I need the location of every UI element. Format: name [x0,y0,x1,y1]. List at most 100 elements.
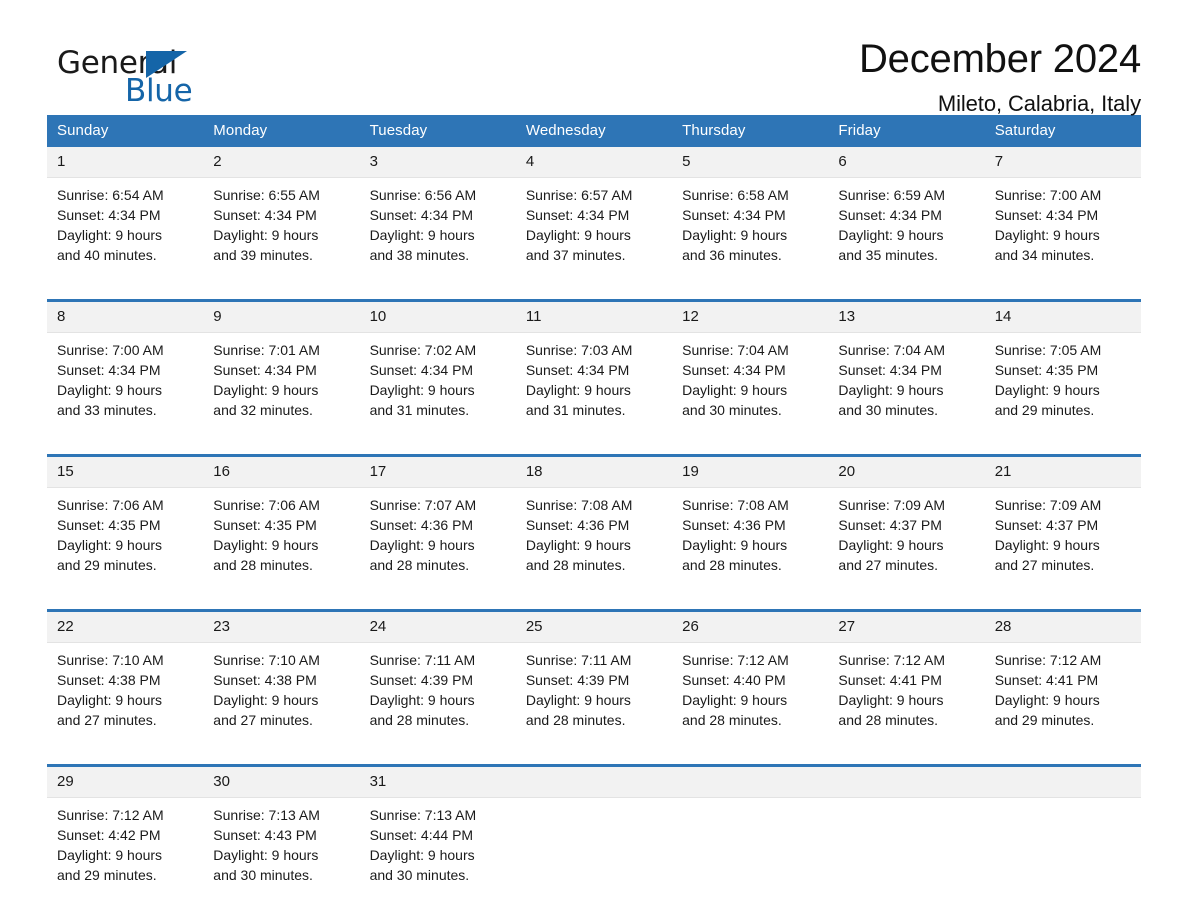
calendar-day-cell[interactable]: 6 Sunrise: 6:59 AM Sunset: 4:34 PM Daylight… [828,147,985,285]
day-number: 13 [828,302,985,333]
day-detail: Sunrise: 7:09 AM Sunset: 4:37 PM Daylight:… [985,488,1141,595]
calendar-day-cell[interactable]: 27 Sunrise: 7:12 AM Sunset: 4:41 PM Dayligh… [828,609,985,750]
day-detail: Sunrise: 7:10 AM Sunset: 4:38 PM Daylight:… [47,643,203,750]
daylight-text-line1: Daylight: 9 hours [369,227,475,243]
sunset-text: Sunset: 4:42 PM [57,827,161,843]
daylight-text-line2: and 35 minutes. [838,247,939,263]
daylight-text-line2: and 33 minutes. [57,402,157,418]
calendar-week-row: 22 Sunrise: 7:10 AM Sunset: 4:38 PM Dayligh… [47,609,1141,750]
sunset-text: Sunset: 4:34 PM [525,362,630,378]
daylight-text-line1: Daylight: 9 hours [682,227,788,243]
day-detail: Sunrise: 7:08 AM Sunset: 4:36 PM Daylight:… [672,488,828,595]
calendar-day-cell[interactable]: 14 Sunrise: 7:05 AM Sunset: 4:35 PM Dayligh… [984,299,1141,440]
calendar-day-cell[interactable]: 11 Sunrise: 7:03 AM Sunset: 4:34 PM Dayligh… [515,299,673,440]
daylight-text-line1: Daylight: 9 hours [213,382,319,398]
calendar-day-cell[interactable]: 23 Sunrise: 7:10 AM Sunset: 4:38 PM Dayligh… [203,609,360,750]
daylight-text-line2: and 28 minutes. [682,557,782,573]
daylight-text-line1: Daylight: 9 hours [525,692,631,708]
calendar-day-cell-empty [828,764,985,905]
daylight-text-line2: and 29 minutes. [994,712,1095,728]
sunset-text: Sunset: 4:35 PM [57,517,161,533]
calendar-day-cell[interactable]: 4 Sunrise: 6:57 AM Sunset: 4:34 PM Daylight… [515,147,673,285]
calendar-day-cell[interactable]: 17 Sunrise: 7:07 AM Sunset: 4:36 PM Dayligh… [359,454,516,595]
day-detail: Sunrise: 7:12 AM Sunset: 4:40 PM Daylight:… [672,643,828,750]
daylight-text-line2: and 30 minutes. [838,402,939,418]
calendar-header-row: Sunday Monday Tuesday Wednesday Thursday… [47,115,1141,147]
daylight-text-line2: and 28 minutes. [213,557,313,573]
day-detail: Sunrise: 7:01 AM Sunset: 4:34 PM Daylight:… [203,333,359,440]
day-detail: Sunrise: 7:04 AM Sunset: 4:34 PM Daylight:… [672,333,828,440]
calendar-day-cell[interactable]: 16 Sunrise: 7:06 AM Sunset: 4:35 PM Dayligh… [203,454,360,595]
day-number: 15 [47,457,204,488]
sunset-text: Sunset: 4:34 PM [682,207,786,223]
sunrise-text: Sunrise: 6:59 AM [838,187,946,203]
sunrise-text: Sunrise: 7:12 AM [994,652,1102,668]
sunset-text: Sunset: 4:44 PM [369,827,474,843]
calendar-day-cell[interactable]: 5 Sunrise: 6:58 AM Sunset: 4:34 PM Daylight… [672,147,829,285]
daylight-text-line1: Daylight: 9 hours [838,227,944,243]
calendar-day-cell[interactable]: 19 Sunrise: 7:08 AM Sunset: 4:36 PM Dayligh… [672,454,829,595]
day-number: 30 [203,767,360,798]
sunrise-text: Sunrise: 7:12 AM [57,807,164,823]
daylight-text-line1: Daylight: 9 hours [682,692,788,708]
day-detail: Sunrise: 7:07 AM Sunset: 4:36 PM Daylight:… [360,488,516,595]
calendar-day-cell[interactable]: 12 Sunrise: 7:04 AM Sunset: 4:34 PM Dayligh… [672,299,829,440]
daylight-text-line1: Daylight: 9 hours [369,692,475,708]
sunrise-text: Sunrise: 7:00 AM [57,342,164,358]
calendar-day-cell[interactable]: 8 Sunrise: 7:00 AM Sunset: 4:34 PM Daylight… [47,299,204,440]
day-detail: Sunrise: 7:13 AM Sunset: 4:43 PM Daylight:… [203,798,359,905]
calendar-day-cell[interactable]: 15 Sunrise: 7:06 AM Sunset: 4:35 PM Dayligh… [47,454,204,595]
sunset-text: Sunset: 4:34 PM [57,207,161,223]
sunrise-text: Sunrise: 7:09 AM [838,497,946,513]
daylight-text-line2: and 28 minutes. [682,712,782,728]
sunset-text: Sunset: 4:41 PM [838,672,942,688]
calendar-day-cell[interactable]: 26 Sunrise: 7:12 AM Sunset: 4:40 PM Dayligh… [672,609,829,750]
calendar-day-cell[interactable]: 3 Sunrise: 6:56 AM Sunset: 4:34 PM Daylight… [359,147,516,285]
calendar-day-cell[interactable]: 25 Sunrise: 7:11 AM Sunset: 4:39 PM Dayligh… [515,609,673,750]
calendar-day-cell[interactable]: 7 Sunrise: 7:00 AM Sunset: 4:34 PM Daylight… [984,147,1141,285]
sunset-text: Sunset: 4:34 PM [994,207,1099,223]
week-gap [47,440,1141,456]
sunrise-text: Sunrise: 7:10 AM [213,652,320,668]
day-detail: Sunrise: 7:12 AM Sunset: 4:41 PM Daylight:… [828,643,984,750]
logo-word-blue: Blue [125,73,193,109]
day-number: 22 [47,612,204,643]
daylight-text-line1: Daylight: 9 hours [213,227,319,243]
daylight-text-line2: and 32 minutes. [213,402,313,418]
day-number [828,767,985,798]
calendar-day-cell[interactable]: 1 Sunrise: 6:54 AM Sunset: 4:34 PM Daylight… [47,147,204,285]
day-number: 23 [203,612,360,643]
daylight-text-line1: Daylight: 9 hours [57,382,163,398]
calendar-day-cell[interactable]: 22 Sunrise: 7:10 AM Sunset: 4:38 PM Dayligh… [47,609,204,750]
general-blue-logo[interactable]: General Blue [47,45,217,109]
sunset-text: Sunset: 4:36 PM [369,517,474,533]
sunset-text: Sunset: 4:40 PM [682,672,786,688]
calendar-day-cell[interactable]: 20 Sunrise: 7:09 AM Sunset: 4:37 PM Dayligh… [828,454,985,595]
sunset-text: Sunset: 4:34 PM [369,207,474,223]
calendar-day-cell[interactable]: 18 Sunrise: 7:08 AM Sunset: 4:36 PM Dayligh… [515,454,673,595]
day-number: 24 [359,612,516,643]
daylight-text-line1: Daylight: 9 hours [994,382,1100,398]
sunset-text: Sunset: 4:39 PM [525,672,630,688]
day-number: 17 [359,457,516,488]
sunrise-text: Sunrise: 6:56 AM [369,187,477,203]
calendar-day-cell[interactable]: 10 Sunrise: 7:02 AM Sunset: 4:34 PM Dayligh… [359,299,516,440]
calendar-day-cell[interactable]: 31 Sunrise: 7:13 AM Sunset: 4:44 PM Dayligh… [359,764,516,905]
calendar-day-cell[interactable]: 29 Sunrise: 7:12 AM Sunset: 4:42 PM Dayligh… [47,764,204,905]
sunrise-text: Sunrise: 7:02 AM [369,342,477,358]
calendar-day-cell[interactable]: 24 Sunrise: 7:11 AM Sunset: 4:39 PM Dayligh… [359,609,516,750]
day-detail: Sunrise: 7:06 AM Sunset: 4:35 PM Daylight:… [203,488,359,595]
sunrise-text: Sunrise: 7:13 AM [213,807,320,823]
calendar-day-cell[interactable]: 13 Sunrise: 7:04 AM Sunset: 4:34 PM Dayligh… [828,299,985,440]
calendar-day-cell[interactable]: 28 Sunrise: 7:12 AM Sunset: 4:41 PM Dayligh… [984,609,1141,750]
day-number: 1 [47,147,204,178]
day-detail: Sunrise: 7:11 AM Sunset: 4:39 PM Daylight:… [360,643,516,750]
day-number: 11 [515,302,673,333]
calendar-day-cell[interactable]: 21 Sunrise: 7:09 AM Sunset: 4:37 PM Dayligh… [984,454,1141,595]
calendar-day-cell[interactable]: 2 Sunrise: 6:55 AM Sunset: 4:34 PM Daylight… [203,147,360,285]
sunset-text: Sunset: 4:34 PM [213,207,317,223]
day-detail: Sunrise: 7:02 AM Sunset: 4:34 PM Daylight:… [360,333,516,440]
sunset-text: Sunset: 4:35 PM [213,517,317,533]
calendar-day-cell[interactable]: 9 Sunrise: 7:01 AM Sunset: 4:34 PM Daylight… [203,299,360,440]
calendar-day-cell[interactable]: 30 Sunrise: 7:13 AM Sunset: 4:43 PM Dayligh… [203,764,360,905]
